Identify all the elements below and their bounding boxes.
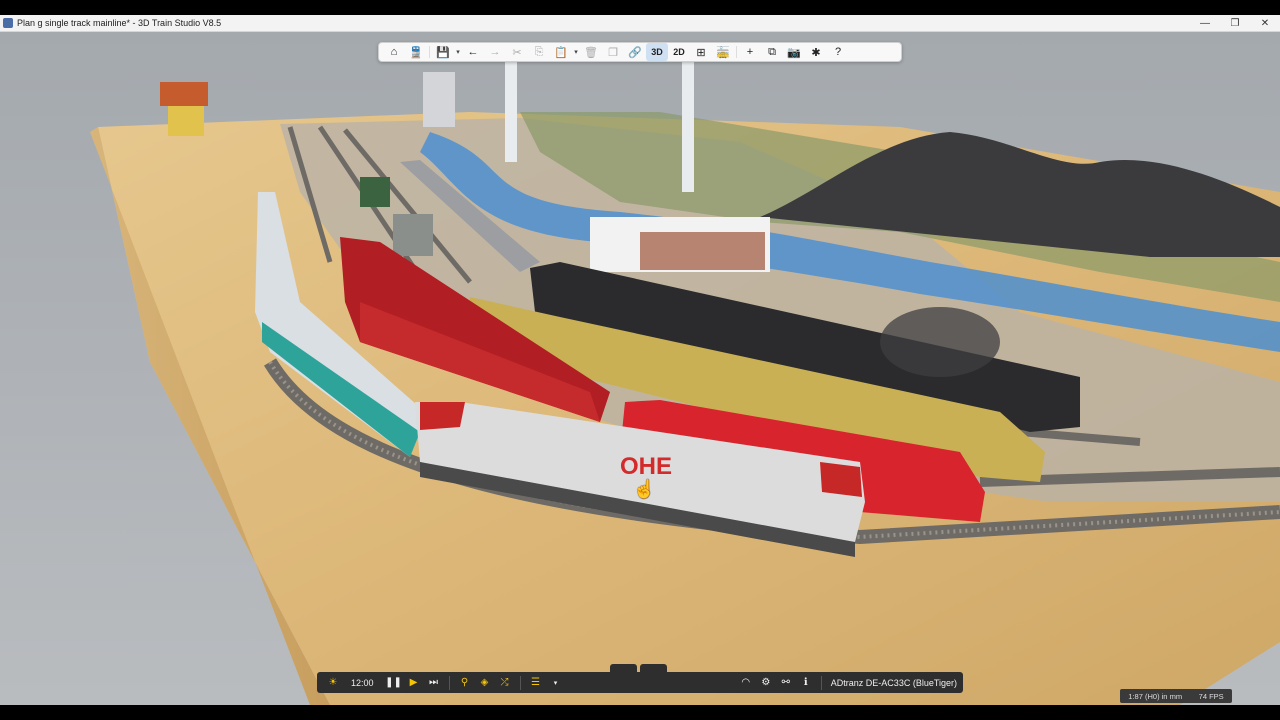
speedometer-icon[interactable]: ◠ bbox=[736, 674, 756, 692]
shuffle-icon[interactable]: ⤮ bbox=[495, 674, 515, 692]
puzzle-icon[interactable]: ✱ bbox=[805, 43, 827, 61]
list-dropdown-icon[interactable]: ▾ bbox=[546, 674, 566, 692]
status-info: 1:87 (H0) in mm 74 FPS bbox=[1120, 689, 1232, 703]
undo-icon[interactable]: ← bbox=[462, 43, 484, 61]
home-icon[interactable]: ⌂ bbox=[383, 43, 405, 61]
gear-icon[interactable]: ⚙ bbox=[756, 674, 776, 692]
selected-object-label: ADtranz DE-AC33C (BlueTiger) bbox=[830, 677, 957, 688]
shed-windows bbox=[640, 232, 765, 270]
copy-icon[interactable]: ⎘ bbox=[528, 43, 550, 61]
grid-icon[interactable]: ⊞ bbox=[690, 43, 712, 61]
toolbar-separator bbox=[519, 675, 521, 690]
hand-cursor-icon: ☝ bbox=[633, 479, 656, 499]
restore-button[interactable]: ❐ bbox=[1220, 18, 1250, 29]
toolbar-separator bbox=[448, 675, 450, 690]
help-icon[interactable]: ? bbox=[827, 43, 849, 61]
redo-icon[interactable]: → bbox=[484, 43, 506, 61]
train-icon[interactable]: 🚆 bbox=[405, 43, 427, 61]
add-icon[interactable]: + bbox=[739, 43, 761, 61]
close-button[interactable]: ✕ bbox=[1250, 18, 1280, 29]
info-icon[interactable]: ℹ bbox=[796, 674, 816, 692]
tower-right bbox=[682, 52, 694, 192]
camera-icon[interactable]: 📷 bbox=[783, 43, 805, 61]
letterbox-bottom bbox=[0, 705, 1280, 720]
window-titlebar: Plan g single track mainline* - 3D Train… bbox=[0, 15, 1280, 32]
save-dropdown-icon[interactable]: ▾ bbox=[454, 48, 462, 56]
layers-icon[interactable]: ◈ bbox=[475, 674, 495, 692]
station-roof bbox=[160, 82, 208, 106]
smoke-cloud bbox=[880, 307, 1000, 377]
silo bbox=[423, 72, 455, 127]
main-toolbar: ⌂ 🚆 💾 ▾ ← → ✂ ⎘ 📋 ▾ 🗑 ❐ 🔗 3D 2D ⊞ 🚋 + ⧉ … bbox=[378, 42, 902, 62]
list-icon[interactable]: ☰ bbox=[526, 674, 546, 692]
scene-render: OHE bbox=[0, 32, 1280, 705]
window-title: Plan g single track mainline* - 3D Train… bbox=[17, 18, 222, 28]
simulation-toolbar: ☀ 12:00 ❚❚ ▶ ⏭ ⚲ ◈ ⤮ ☰ ▾ ◠ ⚙ ⚯ ℹ ADtranz… bbox=[317, 672, 963, 693]
train-view-icon[interactable]: 🚋 bbox=[712, 43, 734, 61]
tower-left bbox=[505, 57, 517, 162]
toolbar-separator bbox=[736, 46, 737, 58]
toolbar-separator bbox=[820, 675, 822, 690]
skip-icon[interactable]: ⏭ bbox=[424, 674, 444, 692]
minimize-button[interactable]: — bbox=[1190, 18, 1220, 29]
save-icon[interactable]: 💾 bbox=[432, 43, 454, 61]
cut-icon[interactable]: ✂ bbox=[506, 43, 528, 61]
app-icon bbox=[3, 18, 13, 28]
letterbox-top bbox=[0, 0, 1280, 15]
small-wagon bbox=[393, 214, 433, 256]
scale-label: 1:87 (H0) in mm bbox=[1128, 691, 1183, 701]
station-building bbox=[168, 106, 204, 136]
search-icon[interactable]: ⚲ bbox=[455, 674, 475, 692]
link-icon[interactable]: 🔗 bbox=[624, 43, 646, 61]
route-icon[interactable]: ⚯ bbox=[776, 674, 796, 692]
sun-icon[interactable]: ☀ bbox=[323, 674, 343, 692]
view-2d-button[interactable]: 2D bbox=[668, 43, 690, 61]
toolbar-separator bbox=[429, 46, 430, 58]
play-icon[interactable]: ▶ bbox=[404, 674, 424, 692]
duplicate-icon[interactable]: ❐ bbox=[602, 43, 624, 61]
green-loco bbox=[360, 177, 390, 207]
paste-dropdown-icon[interactable]: ▾ bbox=[572, 48, 580, 56]
pause-icon[interactable]: ❚❚ bbox=[384, 674, 404, 692]
paste-icon[interactable]: 📋 bbox=[550, 43, 572, 61]
clock-time[interactable]: 12:00 bbox=[343, 678, 384, 688]
delete-icon[interactable]: 🗑 bbox=[580, 43, 602, 61]
window-icon[interactable]: ⧉ bbox=[761, 43, 783, 61]
view-3d-button[interactable]: 3D bbox=[646, 43, 668, 61]
ohe-logo: OHE bbox=[620, 453, 672, 480]
3d-viewport[interactable]: OHE bbox=[0, 32, 1280, 705]
fps-counter: 74 FPS bbox=[1198, 691, 1224, 701]
